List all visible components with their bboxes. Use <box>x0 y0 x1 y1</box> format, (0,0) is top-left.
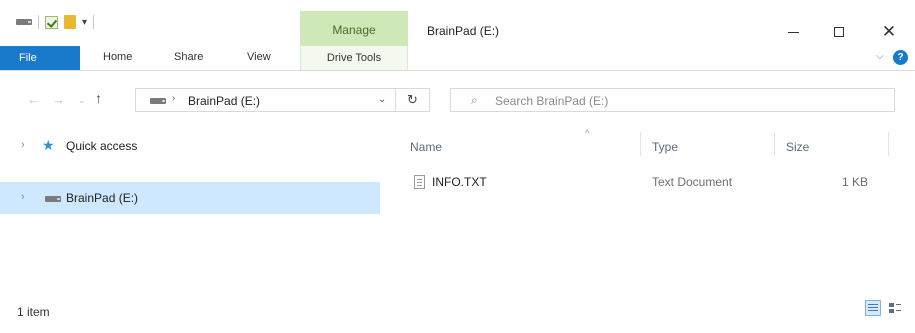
text-file-icon <box>414 175 425 189</box>
minimize-icon <box>787 31 799 33</box>
title-bar: ▾ Manage BrainPad (E:) ✕ <box>0 0 915 46</box>
search-box[interactable]: ⌕ <box>450 88 895 112</box>
toolbar-divider <box>93 15 95 29</box>
forward-button[interactable]: → <box>52 92 65 107</box>
close-button[interactable]: ✕ <box>866 18 912 46</box>
refresh-button[interactable]: ↻ <box>396 88 430 112</box>
file-list: ^ Name Type Size INFO.TXT Text Document … <box>392 126 915 284</box>
expand-ribbon-icon[interactable]: ⌵ <box>876 51 884 62</box>
status-bar: 1 item <box>0 296 915 326</box>
nav-item-label: Quick access <box>66 139 138 153</box>
manage-tab-label: Manage <box>332 23 376 37</box>
address-dropdown-icon[interactable]: ⌄ <box>378 94 386 105</box>
tab-file[interactable]: File <box>0 46 80 70</box>
large-icons-view-icon[interactable] <box>888 301 902 315</box>
column-divider[interactable] <box>888 132 889 156</box>
expand-chevron-icon[interactable]: › <box>21 191 25 203</box>
help-icon[interactable]: ? <box>893 50 908 65</box>
customize-toolbar-icon[interactable]: ▾ <box>82 17 87 28</box>
search-icon: ⌕ <box>471 93 478 107</box>
sort-ascending-icon: ^ <box>585 128 590 138</box>
new-folder-icon[interactable] <box>64 15 76 29</box>
expand-chevron-icon[interactable]: › <box>21 139 25 151</box>
file-name: INFO.TXT <box>432 175 487 189</box>
column-header-name[interactable]: Name <box>410 140 442 154</box>
manage-contextual-tab[interactable]: Manage <box>300 11 408 46</box>
nav-item-brainpad[interactable]: › BrainPad (E:) <box>0 182 380 214</box>
window-title: BrainPad (E:) <box>427 24 500 38</box>
tab-share[interactable]: Share <box>174 51 203 63</box>
breadcrumb[interactable]: BrainPad (E:) <box>188 94 260 108</box>
drive-icon <box>150 98 166 104</box>
drive-icon <box>45 196 61 202</box>
table-row[interactable]: INFO.TXT Text Document 1 KB <box>392 170 915 194</box>
column-divider[interactable] <box>774 132 775 156</box>
nav-item-label: BrainPad (E:) <box>66 191 139 205</box>
tab-home[interactable]: Home <box>103 51 132 63</box>
file-type: Text Document <box>652 175 733 189</box>
navigation-pane: › ★ Quick access › BrainPad (E:) <box>0 126 392 284</box>
drive-icon <box>16 19 32 25</box>
breadcrumb-separator-icon[interactable]: › <box>172 93 175 104</box>
minimize-button[interactable] <box>770 18 816 46</box>
star-icon: ★ <box>42 137 55 153</box>
file-size: 1 KB <box>842 175 869 189</box>
nav-item-quick-access[interactable]: › ★ Quick access <box>0 130 380 162</box>
column-header-size[interactable]: Size <box>786 140 809 154</box>
ribbon-tabs: File Home Share View Drive Tools ⌵ ? <box>0 46 915 71</box>
back-button[interactable]: ← <box>27 92 40 107</box>
tab-view[interactable]: View <box>247 51 271 63</box>
maximize-icon <box>834 27 844 37</box>
properties-icon[interactable] <box>45 15 58 29</box>
column-header-type[interactable]: Type <box>652 140 678 154</box>
tab-drive-tools[interactable]: Drive Tools <box>300 46 408 70</box>
recent-locations-icon[interactable]: ⌄ <box>78 95 86 106</box>
address-row: ← → ⌄ ↑ › BrainPad (E:) ⌄ ↻ ⌕ <box>0 85 915 115</box>
up-button[interactable]: ↑ <box>95 90 102 106</box>
address-bar[interactable]: › BrainPad (E:) ⌄ <box>135 88 396 112</box>
toolbar-divider <box>38 15 39 29</box>
quick-access-toolbar: ▾ <box>16 14 95 30</box>
item-count: 1 item <box>17 305 50 319</box>
details-view-icon[interactable] <box>865 300 881 316</box>
search-input[interactable] <box>495 92 875 110</box>
maximize-button[interactable] <box>816 18 862 46</box>
column-divider[interactable] <box>640 132 641 156</box>
